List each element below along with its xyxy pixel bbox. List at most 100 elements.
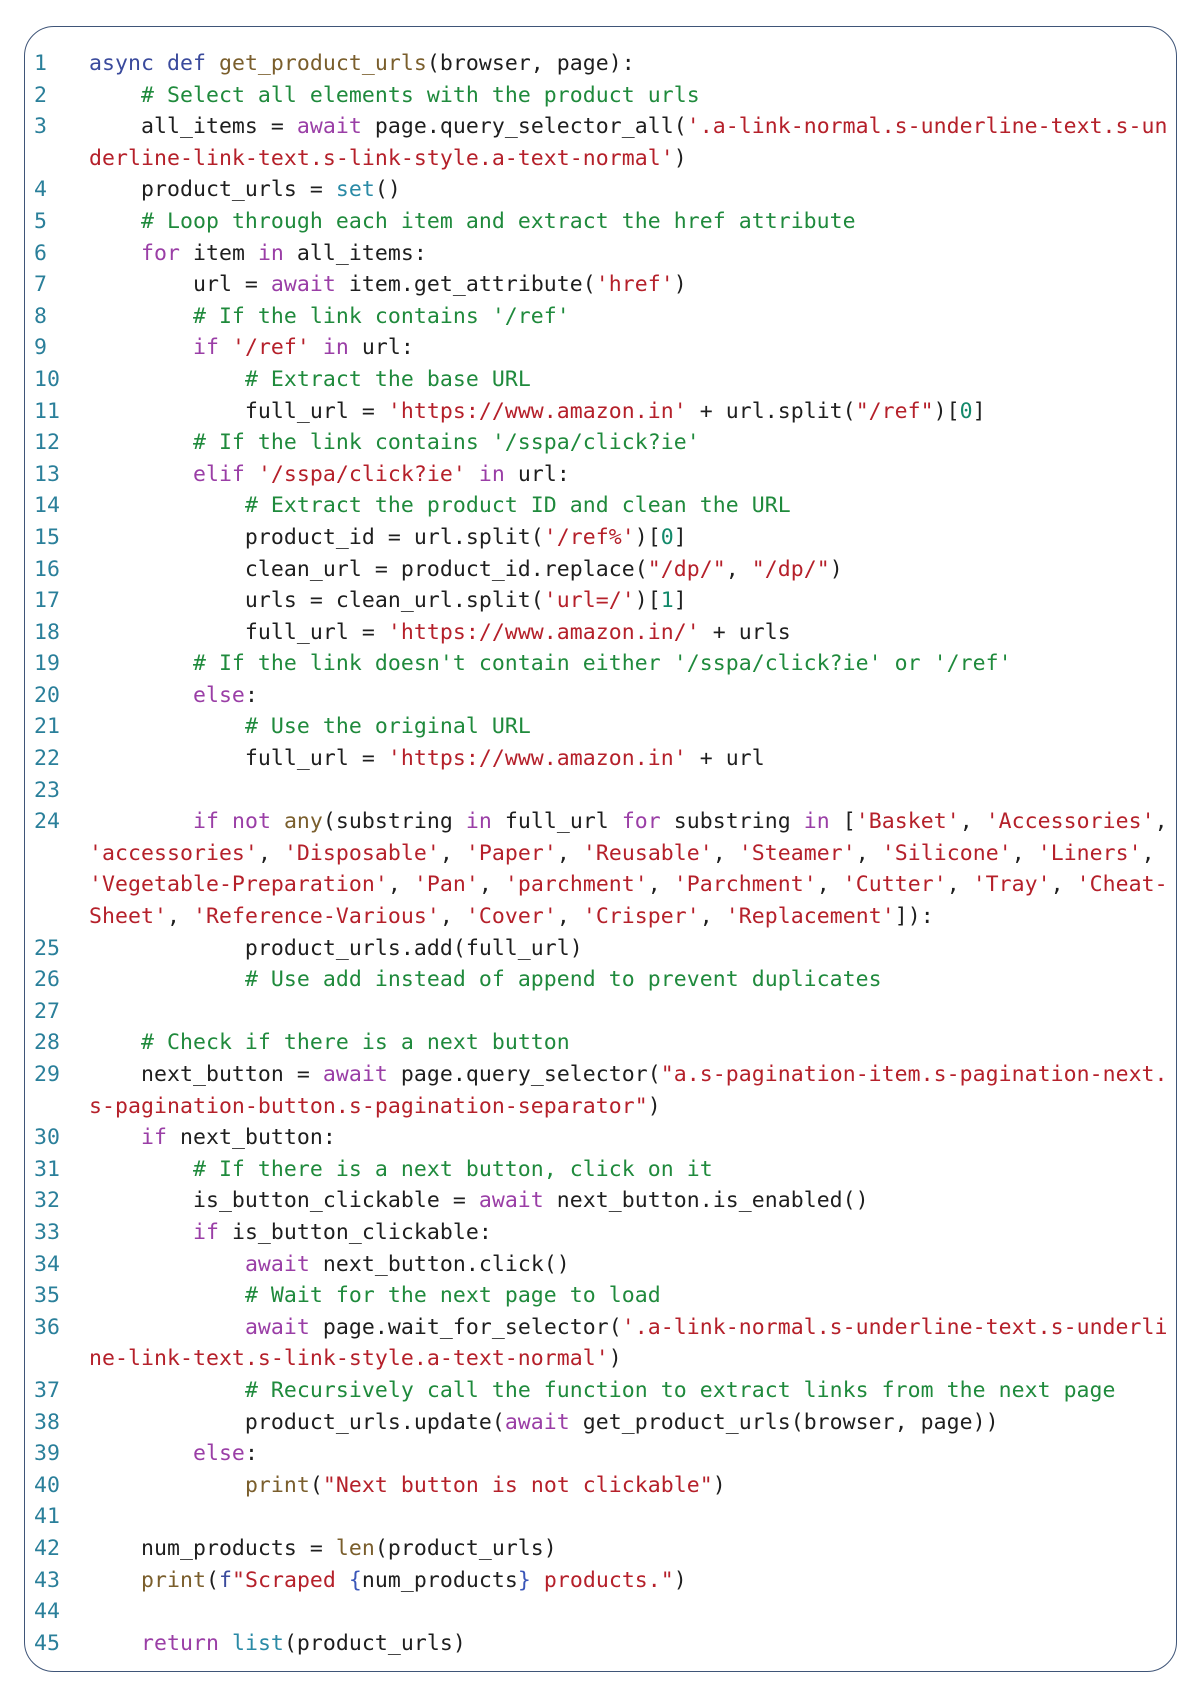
code-text: : [244, 1441, 258, 1467]
comment-token: # Recursively call the function to extra… [244, 1377, 1116, 1403]
code-text: , [1141, 840, 1155, 866]
line-content: # Use add instead of append to prevent d… [89, 964, 882, 996]
line-number: 24 [34, 809, 60, 835]
code-block: 1 async def get_product_urls(browser, pag… [25, 48, 1176, 1659]
control-keyword-token: if [140, 1125, 167, 1151]
line-content: async def get_product_urls(browser, page… [89, 48, 635, 80]
line-content: if not any(substring in full_url for sub… [89, 806, 1168, 838]
code-text: ) [712, 1472, 726, 1498]
code-text: ) [608, 1346, 622, 1372]
code-line-continuation: ne-link-text.s-link-style.a-text-normal'… [25, 1343, 1176, 1375]
code-text: + url.split( [686, 398, 856, 424]
code-text: ) [673, 1567, 687, 1593]
line-content: # Extract the base URL [89, 364, 531, 396]
code-text: page.query_selector_all( [361, 114, 687, 140]
line-content: # Use the original URL [89, 711, 531, 743]
number-token: 0 [959, 398, 973, 424]
string-token: "Next button is not clickable" [322, 1472, 713, 1498]
code-line-continuation: s-pagination-button.s-pagination-separat… [25, 1091, 1176, 1123]
brace-token: } [517, 1567, 531, 1593]
string-token: products." [530, 1567, 674, 1593]
code-text: (substring [322, 809, 466, 835]
code-line: 16 clean_url = product_id.replace("/dp/"… [25, 554, 1176, 586]
line-number: 28 [34, 1030, 60, 1056]
code-line-continuation: 'Vegetable-Preparation', 'Pan', 'parchme… [25, 869, 1176, 901]
control-keyword-token: in [322, 335, 349, 361]
string-token: 'Cheat- [1076, 872, 1168, 898]
code-text: , [1011, 840, 1038, 866]
code-line: 6 for item in all_items: [25, 238, 1176, 270]
code-line: 3 all_items = await page.query_selector_… [25, 111, 1176, 143]
line-content: if next_button: [89, 1122, 336, 1154]
line-content: num_products = len(product_urls) [89, 1533, 557, 1565]
string-token: 'Steamer' [738, 840, 856, 866]
line-number: 27 [34, 998, 60, 1024]
function-token: len [335, 1535, 375, 1561]
code-text: item [179, 240, 258, 266]
string-token: 'Paper' [465, 840, 557, 866]
line-content: print(f"Scraped {num_products} products.… [89, 1565, 687, 1597]
line-content: await page.wait_for_selector('.a-link-no… [89, 1312, 1168, 1344]
code-text: page.wait_for_selector( [309, 1314, 622, 1340]
code-text: urls = clean_url.split( [89, 588, 544, 614]
line-content: # Recursively call the function to extra… [89, 1375, 1116, 1407]
line-number: 35 [34, 1283, 60, 1309]
line-content: # Extract the product ID and clean the U… [89, 490, 791, 522]
code-text: , [712, 840, 739, 866]
line-number: 18 [34, 619, 60, 645]
control-keyword-token: in [465, 809, 492, 835]
code-text: full_url = [89, 398, 388, 424]
comment-token: # Loop through each item and extract the… [140, 208, 856, 234]
code-line: 11 full_url = 'https://www.amazon.in' + … [25, 396, 1176, 428]
brace-token: { [348, 1567, 362, 1593]
string-token: 'Reference-Various' [192, 904, 440, 930]
line-number: 45 [34, 1630, 60, 1656]
code-text: , [166, 904, 193, 930]
line-content: return list(product_urls) [89, 1628, 466, 1660]
string-token: 'Cover' [465, 904, 557, 930]
line-content: # If there is a next button, click on it [89, 1154, 713, 1186]
string-token: 'Crisper' [582, 904, 700, 930]
string-token: 'url=/' [543, 588, 635, 614]
line-number: 13 [34, 461, 60, 487]
string-token: 'parchment' [504, 872, 648, 898]
code-text: next_button: [166, 1125, 336, 1151]
line-number: 3 [34, 114, 47, 140]
line-number: 42 [34, 1535, 60, 1561]
string-token: "/dp/" [647, 556, 726, 582]
string-token: 'Reusable' [582, 840, 713, 866]
comment-token: # Check if there is a next button [140, 1030, 570, 1056]
line-number: 33 [34, 1219, 60, 1245]
comment-token: # Use add instead of append to prevent d… [244, 967, 882, 993]
code-text: [ [829, 809, 856, 835]
code-text: )[ [933, 398, 960, 424]
code-text: , [478, 872, 505, 898]
line-number: 30 [34, 1125, 60, 1151]
code-line: 20 else: [25, 680, 1176, 712]
comment-token: # If the link doesn't contain either '/s… [192, 651, 1012, 677]
control-keyword-token: if [192, 335, 219, 361]
code-text: , [257, 840, 284, 866]
line-content: ne-link-text.s-link-style.a-text-normal'… [89, 1343, 622, 1375]
code-text: + urls [699, 619, 791, 645]
control-keyword-token: if [192, 1219, 219, 1245]
line-content: product_id = url.split('/ref%')[0] [89, 522, 687, 554]
line-number: 37 [34, 1377, 60, 1403]
code-text: + url [686, 746, 765, 772]
code-line-continuation: Sheet', 'Reference-Various', 'Cover', 'C… [25, 901, 1176, 933]
line-number: 34 [34, 1251, 60, 1277]
control-keyword-token: await [244, 1251, 310, 1277]
code-text: is_button_clickable = [89, 1188, 479, 1214]
string-token: 'Disposable' [283, 840, 440, 866]
line-content: next_button = await page.query_selector(… [89, 1059, 1168, 1091]
code-text: ) [673, 272, 687, 298]
control-keyword-token: else [192, 682, 245, 708]
string-token: 'Tray' [972, 872, 1051, 898]
